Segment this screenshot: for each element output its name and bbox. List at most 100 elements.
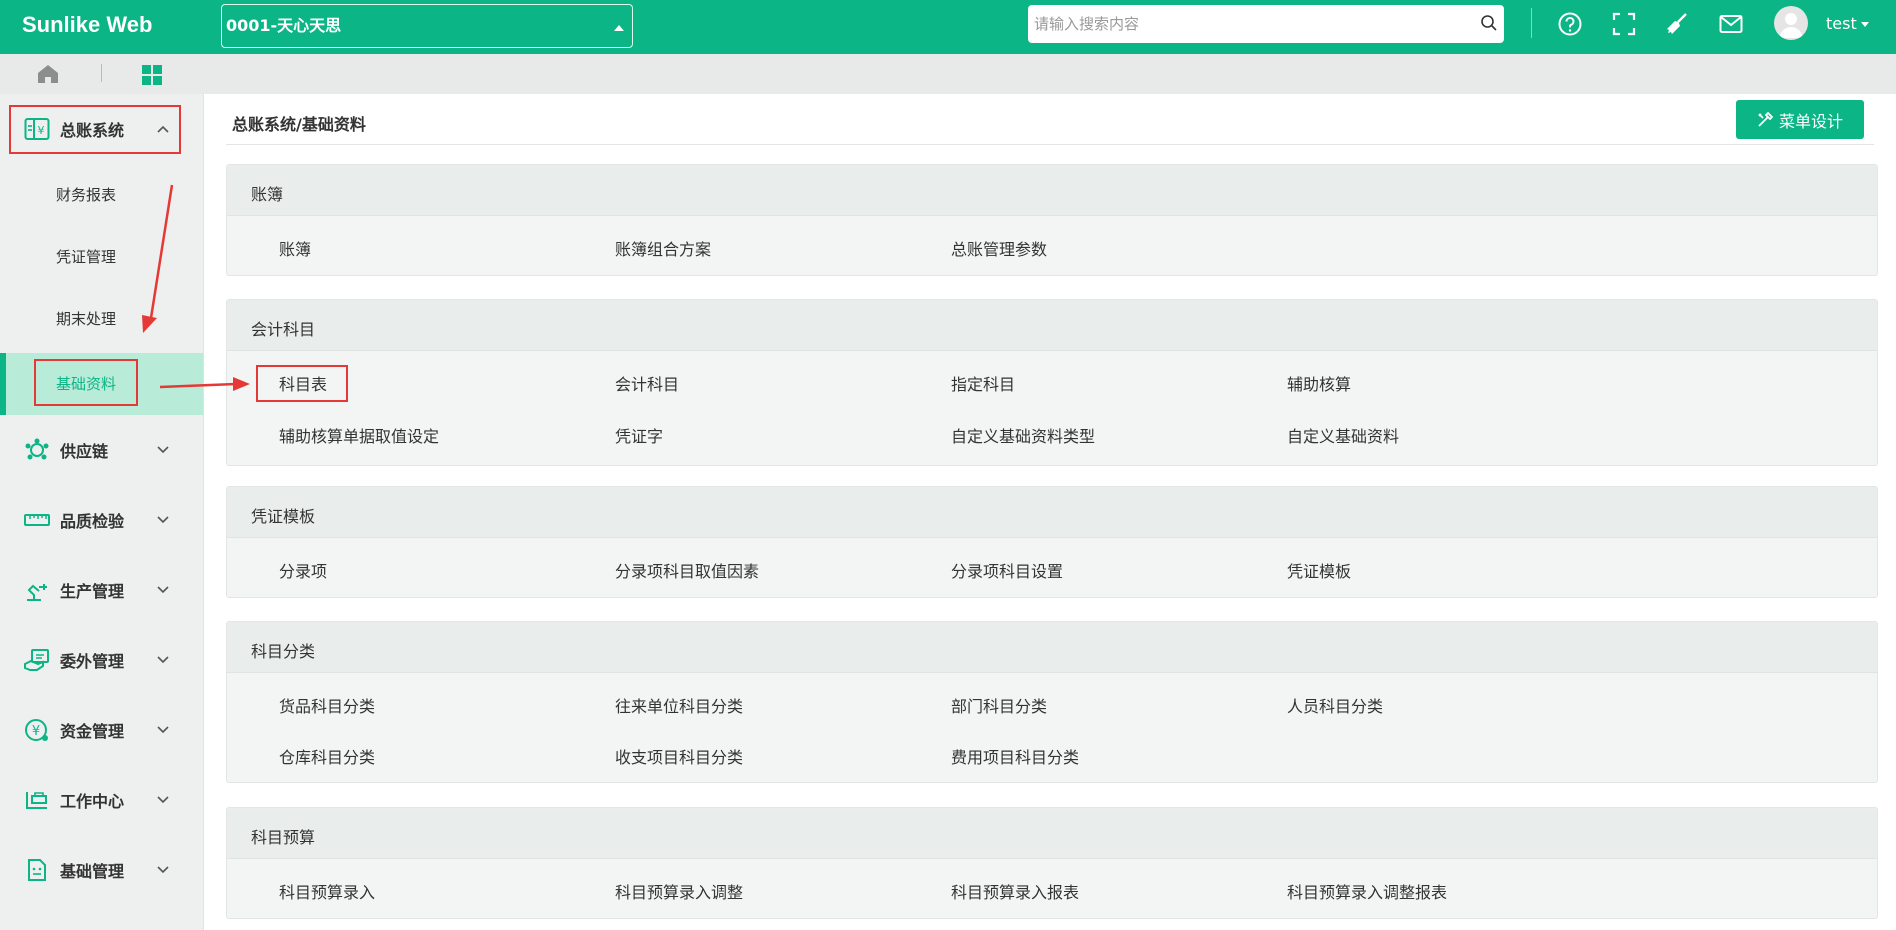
menu-item[interactable]: 凭证字 xyxy=(615,423,663,447)
menu-item[interactable]: 部门科目分类 xyxy=(951,693,1047,717)
search-box[interactable] xyxy=(1028,5,1504,43)
menu-item[interactable]: 账簿 xyxy=(279,236,311,260)
section-title: 科目预算 xyxy=(251,828,316,847)
menu-item[interactable]: 仓库科目分类 xyxy=(279,744,375,768)
menu-item[interactable]: 账簿组合方案 xyxy=(615,236,711,260)
section-header: 科目分类 xyxy=(227,622,1877,673)
broom-icon[interactable] xyxy=(1662,9,1692,39)
menu-item[interactable]: 科目预算录入报表 xyxy=(951,879,1079,903)
menu-item[interactable]: 分录项科目设置 xyxy=(951,558,1063,582)
sidebar-group-outsource[interactable]: 委外管理 xyxy=(0,625,203,695)
header-divider xyxy=(1531,8,1532,38)
menu-item[interactable]: 总账管理参数 xyxy=(951,236,1047,260)
menu-item[interactable]: 科目预算录入调整 xyxy=(615,879,743,903)
sidebar-group-workcenter[interactable]: 工作中心 xyxy=(0,765,203,835)
company-select[interactable]: 0001-天心天思 xyxy=(221,4,633,48)
sidebar-group-supply-chain[interactable]: 供应链 xyxy=(0,415,203,485)
menu-item[interactable]: 费用项目科目分类 xyxy=(951,744,1079,768)
section-voucher-templates: 凭证模板 分录项 分录项科目取值因素 分录项科目设置 凭证模板 xyxy=(226,486,1878,598)
section-header: 科目预算 xyxy=(227,808,1877,859)
section-header: 会计科目 xyxy=(227,300,1877,351)
sidebar: ¥ 总账系统 财务报表 凭证管理 期末处理 基础资料 供应链 品质检验 生产管理… xyxy=(0,94,204,930)
svg-text:¥: ¥ xyxy=(32,724,40,739)
sidebar-group-fund[interactable]: ¥ 资金管理 xyxy=(0,695,203,765)
user-name[interactable]: test xyxy=(1826,14,1857,33)
menu-item[interactable]: 科目预算录入 xyxy=(279,879,375,903)
chevron-down-icon xyxy=(157,866,169,874)
yen-icon: ¥ xyxy=(24,718,50,742)
company-select-value: 0001-天心天思 xyxy=(226,16,342,35)
app-logo: Sunlike Web xyxy=(22,12,153,37)
tab-bar xyxy=(0,54,1896,94)
grid-icon[interactable] xyxy=(141,64,163,86)
avatar-icon[interactable] xyxy=(1774,6,1808,40)
sidebar-group-label: 资金管理 xyxy=(60,722,125,741)
menu-design-label: 菜单设计 xyxy=(1778,111,1843,131)
workbench-icon xyxy=(24,788,50,812)
breadcrumb: 总账系统/基础资料 xyxy=(232,115,366,134)
section-accounting-subjects: 会计科目 科目表 会计科目 指定科目 辅助核算 辅助核算单据取值设定 凭证字 自… xyxy=(226,299,1878,466)
section-subject-classification: 科目分类 货品科目分类 往来单位科目分类 部门科目分类 人员科目分类 仓库科目分… xyxy=(226,621,1878,783)
menu-item[interactable]: 自定义基础资料 xyxy=(1287,423,1399,447)
menu-item[interactable]: 辅助核算 xyxy=(1287,371,1351,395)
chevron-down-icon xyxy=(157,796,169,804)
divider xyxy=(226,144,1874,145)
menu-item[interactable]: 分录项科目取值因素 xyxy=(615,558,759,582)
menu-item[interactable]: 指定科目 xyxy=(951,371,1015,395)
sidebar-group-label: 品质检验 xyxy=(60,512,125,531)
search-icon[interactable] xyxy=(1480,14,1498,32)
help-icon[interactable] xyxy=(1555,9,1585,39)
menu-item[interactable]: 人员科目分类 xyxy=(1287,693,1383,717)
sidebar-item-label: 凭证管理 xyxy=(56,248,117,266)
section-ledger-books: 账簿 账簿 账簿组合方案 总账管理参数 xyxy=(226,164,1878,276)
menu-item[interactable]: 货品科目分类 xyxy=(279,693,375,717)
sidebar-group-label: 委外管理 xyxy=(60,652,125,671)
fullscreen-icon[interactable] xyxy=(1609,9,1639,39)
supply-chain-icon xyxy=(24,438,50,462)
document-icon xyxy=(24,858,50,882)
menu-item[interactable]: 辅助核算单据取值设定 xyxy=(279,423,439,447)
sidebar-group-basic-management[interactable]: 基础管理 xyxy=(0,835,203,905)
outsource-icon xyxy=(24,648,50,672)
section-header: 账簿 xyxy=(227,165,1877,216)
sidebar-group-label: 生产管理 xyxy=(60,582,125,601)
main-content: 总账系统/基础资料 菜单设计 账簿 账簿 账簿组合方案 总账管理参数 会计科目 … xyxy=(204,94,1896,930)
sidebar-item-label: 财务报表 xyxy=(56,186,117,204)
chevron-down-icon xyxy=(157,726,169,734)
menu-item[interactable]: 科目预算录入调整报表 xyxy=(1287,879,1447,903)
sidebar-group-production[interactable]: 生产管理 xyxy=(0,555,203,625)
mail-icon[interactable] xyxy=(1716,9,1746,39)
annotation-box-ledger xyxy=(9,105,181,154)
menu-item[interactable]: 收支项目科目分类 xyxy=(615,744,743,768)
caret-down-icon[interactable] xyxy=(1861,22,1869,27)
menu-item[interactable]: 分录项 xyxy=(279,558,327,582)
sidebar-group-label: 基础管理 xyxy=(60,862,125,881)
tab-divider xyxy=(101,64,102,82)
active-indicator xyxy=(0,353,6,415)
menu-item[interactable]: 往来单位科目分类 xyxy=(615,693,743,717)
sidebar-item-label: 期末处理 xyxy=(56,310,117,328)
section-header: 凭证模板 xyxy=(227,487,1877,538)
robot-arm-icon xyxy=(24,578,50,602)
sidebar-group-quality[interactable]: 品质检验 xyxy=(0,485,203,555)
section-subject-budget: 科目预算 科目预算录入 科目预算录入调整 科目预算录入报表 科目预算录入调整报表 xyxy=(226,807,1878,919)
chevron-down-icon xyxy=(157,656,169,664)
section-title: 账簿 xyxy=(251,185,284,204)
caret-up-icon xyxy=(614,25,624,31)
chevron-down-icon xyxy=(157,446,169,454)
chevron-down-icon xyxy=(157,516,169,524)
home-icon[interactable] xyxy=(37,64,59,84)
chevron-down-icon xyxy=(157,586,169,594)
sidebar-item-voucher-management[interactable]: 凭证管理 xyxy=(0,226,203,288)
search-input[interactable] xyxy=(1028,5,1470,43)
menu-item[interactable]: 会计科目 xyxy=(615,371,679,395)
menu-item[interactable]: 自定义基础资料类型 xyxy=(951,423,1095,447)
section-title: 会计科目 xyxy=(251,320,316,339)
menu-item[interactable]: 凭证模板 xyxy=(1287,558,1351,582)
sidebar-item-period-end[interactable]: 期末处理 xyxy=(0,288,203,350)
annotation-box-basic-data xyxy=(34,359,138,406)
annotation-box-subject-table xyxy=(256,365,348,402)
sidebar-group-label: 工作中心 xyxy=(60,792,125,811)
sidebar-item-financial-report[interactable]: 财务报表 xyxy=(0,164,203,226)
menu-design-button[interactable]: 菜单设计 xyxy=(1736,100,1864,139)
